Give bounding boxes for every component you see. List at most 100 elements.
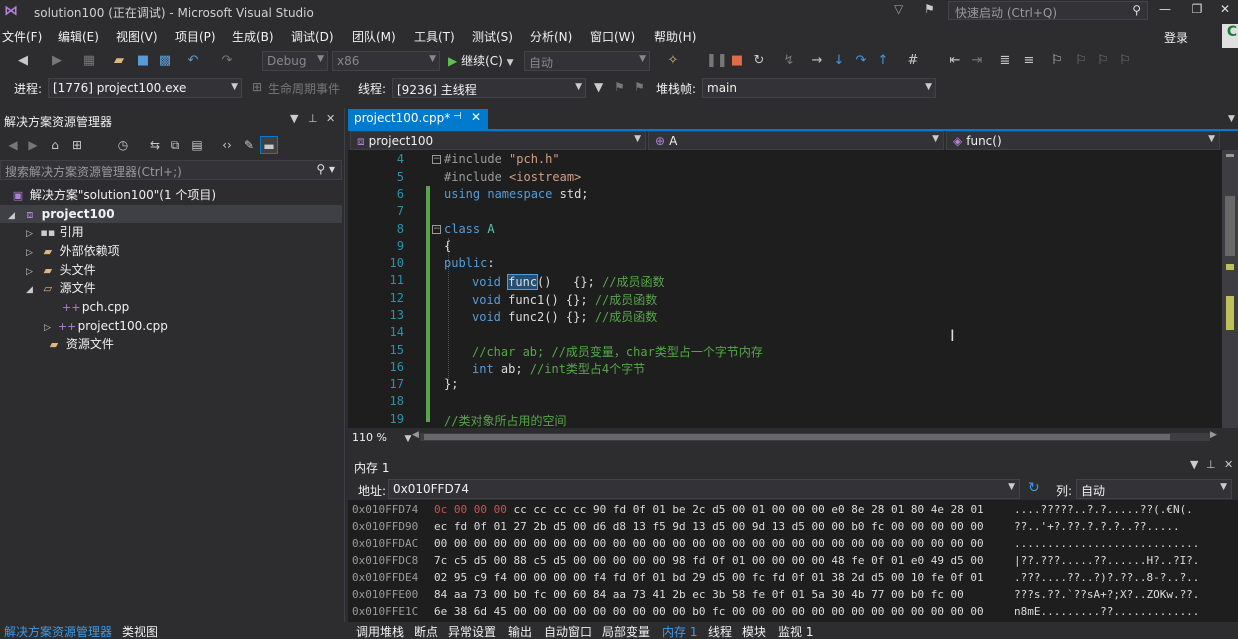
- view-code-icon[interactable]: ‹›: [218, 136, 236, 154]
- undo-icon[interactable]: ↶: [184, 52, 202, 70]
- maximize-button[interactable]: ❐: [1186, 2, 1208, 20]
- quick-launch-input[interactable]: 快速启动 (Ctrl+Q) ⚲: [948, 1, 1148, 20]
- tab-exception-settings[interactable]: 异常设置: [444, 623, 500, 639]
- tree-item-pch-cpp[interactable]: ++ pch.cpp: [0, 298, 342, 316]
- redo-icon[interactable]: ↷: [218, 52, 236, 70]
- zoom-combo[interactable]: 110 % ▼: [352, 431, 411, 444]
- tab-project100-cpp[interactable]: project100.cpp* ⊣ ✕: [348, 109, 488, 129]
- refresh-icon[interactable]: ↻: [1028, 480, 1040, 496]
- tree-item-resource-files[interactable]: ▰ 资源文件: [0, 335, 342, 353]
- stop-icon[interactable]: ■: [728, 52, 746, 70]
- process-combo[interactable]: [1776] project100.exe ▼: [48, 78, 242, 98]
- restart-icon[interactable]: ↻: [750, 52, 768, 70]
- pin-icon[interactable]: ⊥: [1206, 458, 1216, 471]
- tab-class-view[interactable]: 类视图: [118, 623, 162, 639]
- apply-changes-icon[interactable]: ↯: [780, 52, 798, 70]
- scroll-right-icon[interactable]: ▶: [1210, 430, 1217, 440]
- close-button[interactable]: ✕: [1214, 2, 1236, 20]
- se-forward-icon[interactable]: ▶: [24, 136, 42, 154]
- forward-icon[interactable]: ▶: [48, 52, 66, 70]
- close-tab-icon[interactable]: ✕: [471, 110, 481, 124]
- hex-display-icon[interactable]: #: [904, 52, 922, 70]
- nav-member-combo[interactable]: ◈ func() ▼: [946, 131, 1220, 150]
- menu-team[interactable]: 团队(M): [352, 28, 396, 45]
- tree-item-project[interactable]: ◢ ⧈ project100: [0, 205, 342, 223]
- stackframe-combo[interactable]: main ▼: [702, 78, 936, 98]
- menu-analyze[interactable]: 分析(N): [530, 28, 572, 45]
- flag-thread-icon[interactable]: ⚑: [614, 80, 625, 94]
- notification-icon[interactable]: ⚑: [924, 2, 935, 16]
- menu-edit[interactable]: 编辑(E): [58, 28, 99, 45]
- platform-combo[interactable]: x86 ▼: [332, 51, 440, 71]
- pause-icon[interactable]: ❚❚: [706, 52, 728, 70]
- minimize-button[interactable]: —: [1154, 2, 1176, 20]
- menu-project[interactable]: 项目(P): [175, 28, 216, 45]
- menu-build[interactable]: 生成(B): [232, 28, 274, 45]
- step-into-icon[interactable]: ↓: [830, 52, 848, 70]
- uncomment-icon[interactable]: ⇥: [968, 52, 986, 70]
- menu-file[interactable]: 文件(F): [2, 28, 42, 45]
- tab-modules[interactable]: 模块: [738, 623, 770, 639]
- tree-item-project100-cpp[interactable]: ▷ ++ project100.cpp: [0, 317, 342, 335]
- scroll-thumb[interactable]: [1225, 196, 1235, 256]
- panel-splitter[interactable]: [344, 108, 345, 622]
- extension-badge-icon[interactable]: C: [1222, 24, 1238, 48]
- tab-autos[interactable]: 自动窗口: [540, 623, 596, 639]
- preview-selected-icon[interactable]: ▬: [260, 136, 278, 154]
- collapse-arrow-icon[interactable]: ▷: [26, 225, 36, 243]
- menu-debug[interactable]: 调试(D): [291, 28, 334, 45]
- clear-bookmarks-icon[interactable]: ⚐: [1116, 52, 1134, 70]
- tree-item-header-files[interactable]: ▷ ▰ 头文件: [0, 261, 342, 279]
- tab-locals[interactable]: 局部变量: [598, 623, 654, 639]
- thread-combo[interactable]: [9236] 主线程 ▼: [392, 78, 586, 98]
- tree-item-external-deps[interactable]: ▷ ▰ 外部依赖项: [0, 242, 342, 260]
- editor-horizontal-scrollbar[interactable]: [420, 433, 1210, 441]
- filter-icon[interactable]: ▽: [894, 2, 903, 16]
- tab-solution-explorer[interactable]: 解决方案资源管理器: [0, 623, 116, 639]
- continue-button[interactable]: ▶ 继续(C) ▼: [448, 52, 514, 69]
- panel-dropdown-icon[interactable]: ▼: [290, 112, 298, 125]
- indent-icon[interactable]: ≣: [996, 52, 1014, 70]
- save-icon[interactable]: ■: [134, 52, 152, 70]
- sync-icon[interactable]: ⇆: [146, 136, 164, 154]
- tab-breakpoints[interactable]: 断点: [410, 623, 442, 639]
- comment-icon[interactable]: ⇤: [946, 52, 964, 70]
- nav-project-combo[interactable]: ⧈ project100 ▼: [350, 131, 646, 150]
- tab-output[interactable]: 输出: [504, 623, 536, 639]
- home-icon[interactable]: ⌂: [46, 136, 64, 154]
- panel-dropdown-icon[interactable]: ▼: [1190, 458, 1198, 471]
- menu-help[interactable]: 帮助(H): [654, 28, 696, 45]
- panel-close-icon[interactable]: ✕: [1224, 458, 1233, 471]
- login-link[interactable]: 登录: [1164, 29, 1188, 46]
- expand-arrow-icon[interactable]: ◢: [26, 281, 36, 299]
- menu-window[interactable]: 窗口(W): [590, 28, 635, 45]
- tab-watch-1[interactable]: 监视 1: [774, 623, 817, 639]
- pending-changes-icon[interactable]: ◷: [114, 136, 132, 154]
- nav-class-combo[interactable]: ⊕ A ▼: [648, 131, 944, 150]
- next-bookmark-icon[interactable]: ⚐: [1094, 52, 1112, 70]
- tab-overflow-icon[interactable]: ▼: [1228, 114, 1235, 124]
- save-all-icon[interactable]: ▩: [156, 52, 174, 70]
- open-file-icon[interactable]: ▰: [110, 52, 128, 70]
- pin-icon[interactable]: ⊥: [308, 112, 318, 125]
- tab-call-stack[interactable]: 调用堆栈: [352, 623, 408, 639]
- fold-collapse-icon[interactable]: −: [432, 155, 441, 164]
- tree-item-source-files[interactable]: ◢ ▱ 源文件: [0, 279, 342, 297]
- config-combo[interactable]: Debug ▼: [262, 51, 328, 71]
- show-flagged-icon[interactable]: ⚑: [634, 80, 645, 94]
- auto-combo[interactable]: 自动 ▼: [524, 51, 650, 71]
- panel-close-icon[interactable]: ✕: [326, 112, 335, 125]
- scroll-left-icon[interactable]: ◀: [412, 430, 419, 440]
- show-next-statement-icon[interactable]: →: [808, 52, 826, 70]
- prev-bookmark-icon[interactable]: ⚐: [1072, 52, 1090, 70]
- tab-memory-1[interactable]: 内存 1: [658, 623, 701, 639]
- collapse-all-icon[interactable]: ⧉: [166, 136, 184, 154]
- back-icon[interactable]: ◀: [14, 52, 32, 70]
- scroll-thumb[interactable]: [424, 434, 1170, 440]
- collapse-arrow-icon[interactable]: ▷: [26, 244, 36, 262]
- menu-test[interactable]: 测试(S): [472, 28, 513, 45]
- switch-views-icon[interactable]: ⊞: [68, 136, 86, 154]
- new-project-icon[interactable]: ▦: [80, 52, 98, 70]
- lifecycle-events-button[interactable]: 生命周期事件: [268, 80, 340, 97]
- memory-view[interactable]: 0x010FFD74 0c 00 00 00 cc cc cc cc 90 fd …: [348, 500, 1238, 622]
